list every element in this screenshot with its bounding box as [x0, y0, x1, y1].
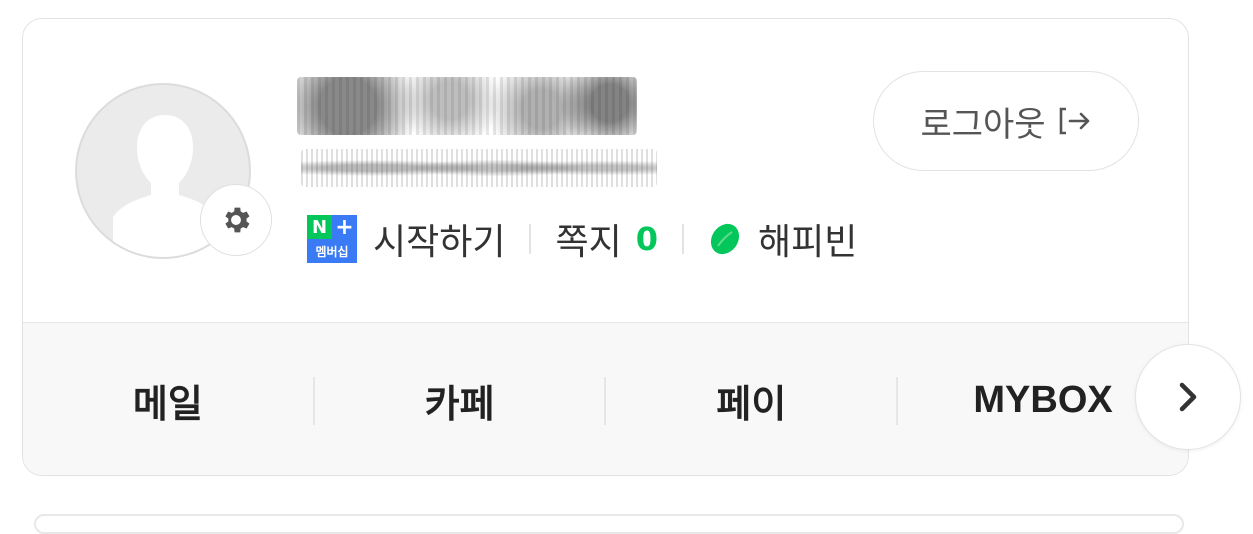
nav-item-pay[interactable]: 페이 — [606, 373, 896, 428]
bean-icon — [710, 223, 740, 255]
redacted-username — [297, 77, 637, 135]
happybean-link[interactable]: 해피빈 — [758, 213, 857, 265]
nav-item-cafe[interactable]: 카페 — [315, 373, 605, 428]
next-card-edge — [34, 514, 1184, 534]
service-nav: 메일 카페 페이 MYBOX — [23, 322, 1188, 475]
membership-badge[interactable]: N + 멤버십 — [307, 215, 357, 263]
profile-settings-button[interactable] — [200, 184, 272, 256]
membership-badge-plus: + — [332, 215, 357, 240]
profile-section: N + 멤버십 시작하기 쪽지 0 해피빈 로그아웃 — [23, 19, 1188, 322]
account-card: N + 멤버십 시작하기 쪽지 0 해피빈 로그아웃 메일 카페 페이 MYBO… — [22, 18, 1189, 476]
logout-button[interactable]: 로그아웃 — [873, 71, 1139, 171]
membership-badge-n: N — [307, 215, 332, 239]
status-row: N + 멤버십 시작하기 쪽지 0 해피빈 — [307, 215, 857, 263]
note-count[interactable]: 0 — [636, 220, 658, 258]
divider — [529, 224, 532, 254]
note-link[interactable]: 쪽지 — [555, 213, 621, 265]
chevron-right-icon — [1179, 382, 1197, 412]
gear-icon — [225, 207, 250, 233]
logout-arrow-icon — [1059, 107, 1089, 135]
logout-label: 로그아웃 — [920, 104, 1046, 145]
divider — [682, 224, 684, 254]
nav-item-mail[interactable]: 메일 — [23, 373, 313, 428]
membership-badge-text: 멤버십 — [307, 239, 357, 263]
redacted-email — [301, 149, 657, 187]
membership-start-link[interactable]: 시작하기 — [373, 213, 505, 265]
nav-next-button[interactable] — [1135, 344, 1241, 450]
